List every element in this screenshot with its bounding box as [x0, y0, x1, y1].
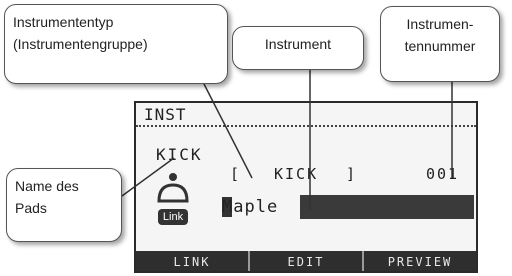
manual-figure: INST KICK [ KICK ] 001 Link Maple LINK E…	[0, 0, 512, 276]
link-badge: Link	[158, 209, 188, 225]
softkey-link[interactable]: LINK	[136, 251, 248, 271]
title-divider	[136, 125, 476, 127]
softkey-preview[interactable]: PREVIEW	[362, 251, 476, 271]
callout-instrument-label: Instrument	[264, 36, 332, 52]
instrument-type-row: [ KICK ] 001	[230, 165, 466, 185]
instrument-type[interactable]: KICK	[274, 165, 318, 183]
callout-instrument: Instrument	[232, 26, 364, 70]
lcd-screen: INST KICK [ KICK ] 001 Link Maple LINK E…	[134, 101, 478, 273]
callout-instrument-number-line2: tennummer	[404, 38, 476, 54]
softkey-bar: LINK EDIT PREVIEW	[136, 251, 476, 271]
instrument-name[interactable]: Maple	[222, 197, 278, 217]
callout-instrument-number: Instrumen- tennummer	[380, 6, 500, 82]
callout-instrument-number-line1: Instrumen-	[406, 16, 474, 32]
callout-instrument-type-line2: (Instrumentengruppe)	[13, 36, 148, 52]
callout-pad-name-line2: Pads	[15, 200, 47, 216]
kick-drum-icon	[157, 173, 189, 203]
pad-name: KICK	[156, 145, 203, 164]
bracket-left: [	[230, 165, 240, 183]
instrument-number[interactable]: 001	[426, 165, 459, 183]
callout-pad-name-line1: Name des	[15, 178, 79, 194]
softkey-edit[interactable]: EDIT	[248, 251, 362, 271]
callout-instrument-type: Instrumententyp (Instrumentengruppe)	[4, 4, 228, 84]
bracket-right: ]	[346, 165, 356, 183]
callout-pad-name: Name des Pads	[6, 168, 122, 242]
callout-instrument-type-line1: Instrumententyp	[13, 14, 114, 30]
screen-title: INST	[144, 105, 187, 124]
